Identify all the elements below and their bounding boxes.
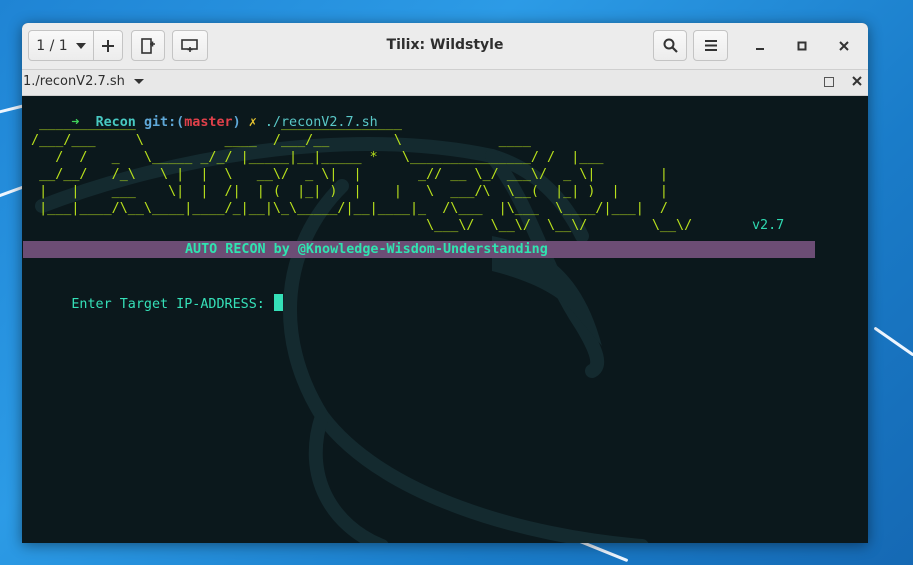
terminal-maximize-icon[interactable] — [824, 77, 834, 87]
add-terminal-icon — [141, 37, 155, 54]
ascii-art-line: ____________ _______________ — [23, 116, 402, 131]
menu-button[interactable] — [693, 30, 728, 61]
close-icon — [839, 41, 849, 51]
desktop-wallpaper-line — [0, 104, 24, 115]
maximize-icon — [797, 41, 807, 51]
ascii-art-line: |___|____/\__\____|____/_|__|\_\_____/|_… — [23, 201, 668, 216]
plus-icon — [102, 39, 114, 52]
ascii-art-line: / / _ \_____ _/_/ |_____|__|_____ * \___… — [23, 150, 604, 165]
terminal-title[interactable]: 1./reconV2.7.sh — [23, 74, 125, 89]
terminal-window: 1 / 1 Tilix: Wildstyle 1./reconV2.7.sh ➜… — [22, 23, 868, 543]
chevron-down-icon — [75, 42, 86, 49]
terminal-titlebar: 1./reconV2.7.sh — [22, 70, 868, 96]
ascii-art-line: | | ___ \| | /| | ( |_| ) | | \ ___/\ \_… — [23, 184, 668, 199]
ascii-art-line: /___/___ \ ____ /___/__ \ ____ — [23, 133, 531, 148]
target-ip-prompt-text: Enter Target IP-ADDRESS: — [71, 297, 273, 312]
close-button[interactable] — [833, 35, 855, 57]
version-label: v2.7 — [752, 218, 785, 233]
terminal-close-icon[interactable] — [849, 73, 865, 89]
maximize-button[interactable] — [791, 35, 813, 57]
terminal-content[interactable]: ➜ Recon git:(master) ✗ ./reconV2.7.sh __… — [22, 96, 868, 543]
session-switcher: 1 / 1 — [28, 30, 123, 61]
ascii-art-line: __/__/ /_\ \ | | \ __\/ _ \| | _// __ \_… — [23, 167, 668, 182]
add-session-button[interactable] — [94, 31, 122, 60]
session-selector-button[interactable]: 1 / 1 — [29, 31, 94, 60]
sync-input-button[interactable] — [172, 30, 208, 61]
sync-input-icon — [181, 38, 198, 52]
minimize-button[interactable] — [749, 35, 771, 57]
ascii-art-line: \___\/ \__\/ \__\/ \__\/ — [23, 218, 717, 233]
terminal-cursor[interactable] — [273, 294, 283, 311]
add-terminal-button[interactable] — [131, 30, 165, 61]
target-ip-prompt: Enter Target IP-ADDRESS: — [23, 278, 283, 329]
minimize-icon — [756, 48, 764, 50]
banner-text: AUTO RECON by @Knowledge-Wisdom-Understa… — [185, 242, 548, 257]
terminal-menu-icon[interactable] — [133, 74, 145, 88]
session-label: 1 / 1 — [36, 37, 68, 54]
desktop-wallpaper-line — [873, 326, 913, 357]
hamburger-menu-icon — [704, 40, 717, 51]
headerbar: 1 / 1 Tilix: Wildstyle — [22, 23, 868, 70]
search-icon — [663, 38, 678, 53]
search-button[interactable] — [653, 30, 687, 61]
banner-bar: AUTO RECON by @Knowledge-Wisdom-Understa… — [23, 241, 815, 258]
